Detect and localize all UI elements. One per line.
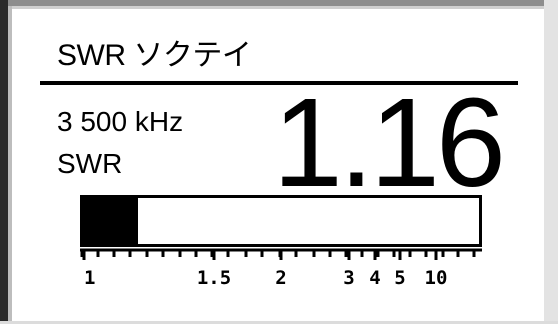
scale-label: 3 [343, 267, 354, 289]
scale-label: 2 [275, 267, 286, 289]
scale-label: 10 [425, 267, 448, 289]
swr-scale: 1 1.5 2 3 4 5 10 [80, 248, 482, 289]
scale-label: 4 [369, 267, 380, 289]
scale-label: 5 [394, 267, 405, 289]
scale-label: 1 [84, 267, 95, 289]
swr-screen: SWR ソクテイ 3 500 kHz SWR 1.16 1 1.5 2 3 4 5 10 [0, 0, 558, 324]
scale-label: 1.5 [197, 267, 231, 289]
